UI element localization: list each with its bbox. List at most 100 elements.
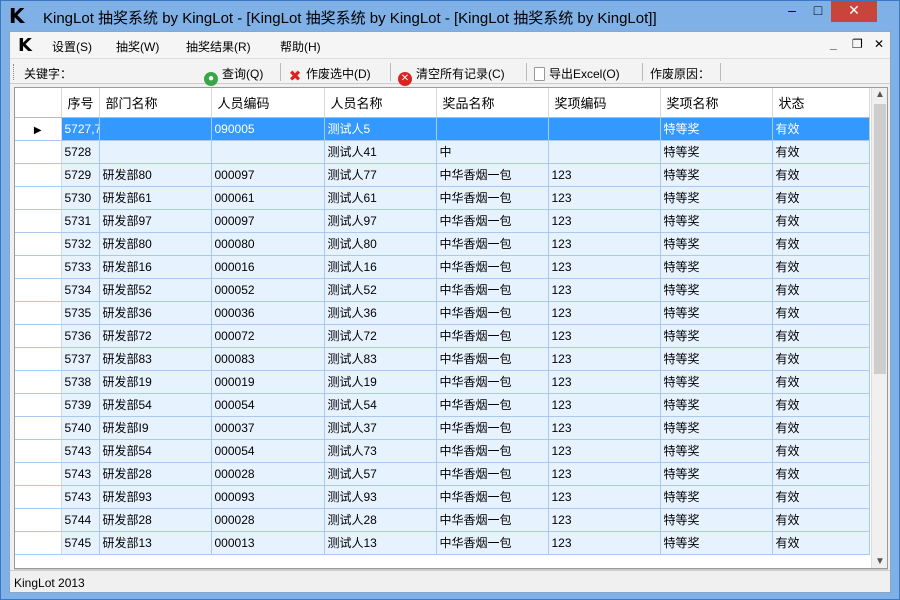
table-cell[interactable]: 5730 (61, 186, 100, 210)
table-row[interactable]: 5745 研发部13 000013 测试人13 中华香烟一包 123 特等奖 有效 (15, 531, 870, 555)
table-cell[interactable]: 5744 (61, 508, 100, 532)
table-cell[interactable]: 123 (548, 370, 661, 394)
table-cell[interactable]: 特等奖 (660, 301, 773, 325)
table-cell[interactable]: 测试人36 (324, 301, 437, 325)
table-cell[interactable]: 研发部54 (99, 439, 212, 463)
table-cell[interactable]: 中华香烟一包 (436, 255, 549, 279)
table-cell[interactable]: 测试人73 (324, 439, 437, 463)
table-cell[interactable]: 123 (548, 278, 661, 302)
table-cell[interactable]: 5743 (61, 439, 100, 463)
table-cell[interactable]: 特等奖 (660, 485, 773, 509)
table-cell[interactable]: 测试人72 (324, 324, 437, 348)
table-cell[interactable]: 特等奖 (660, 347, 773, 371)
table-row[interactable]: 5732 研发部80 000080 测试人80 中华香烟一包 123 特等奖 有效 (15, 232, 870, 256)
table-cell[interactable]: 研发部80 (99, 232, 212, 256)
row-header[interactable] (15, 324, 62, 348)
table-cell[interactable]: 5738 (61, 370, 100, 394)
scroll-up-icon[interactable]: ▲ (875, 89, 885, 100)
column-header[interactable]: 部门名称 (99, 88, 212, 118)
table-row[interactable]: 5729 研发部80 000097 测试人77 中华香烟一包 123 特等奖 有效 (15, 163, 870, 187)
row-header[interactable] (15, 485, 62, 509)
table-cell[interactable]: 000028 (211, 508, 325, 532)
table-cell[interactable]: 000052 (211, 278, 325, 302)
table-row[interactable]: 5730 研发部61 000061 测试人61 中华香烟一包 123 特等奖 有效 (15, 186, 870, 210)
table-cell[interactable]: 测试人83 (324, 347, 437, 371)
table-cell[interactable]: 有效 (772, 255, 870, 279)
table-cell[interactable]: 中华香烟一包 (436, 439, 549, 463)
maximize-button[interactable]: □ (805, 1, 831, 22)
table-cell[interactable]: 研发部93 (99, 485, 212, 509)
table-row[interactable]: 5743 研发部93 000093 测试人93 中华香烟一包 123 特等奖 有效 (15, 485, 870, 509)
table-cell[interactable]: 特等奖 (660, 163, 773, 187)
table-cell[interactable]: 000054 (211, 439, 325, 463)
table-cell[interactable] (99, 117, 212, 141)
table-cell[interactable]: 特等奖 (660, 508, 773, 532)
column-header[interactable]: 人员名称 (324, 88, 437, 118)
column-header[interactable]: 奖项编码 (548, 88, 661, 118)
table-cell[interactable]: 有效 (772, 462, 870, 486)
table-cell[interactable]: 有效 (772, 370, 870, 394)
table-cell[interactable]: 000036 (211, 301, 325, 325)
table-cell[interactable]: 000061 (211, 186, 325, 210)
vertical-scrollbar[interactable]: ▲ ▼ (871, 88, 887, 568)
table-cell[interactable]: 研发部54 (99, 393, 212, 417)
table-cell[interactable]: 5743 (61, 462, 100, 486)
table-cell[interactable]: 测试人5 (324, 117, 437, 141)
table-cell[interactable]: 中华香烟一包 (436, 347, 549, 371)
table-cell[interactable]: 中华香烟一包 (436, 186, 549, 210)
table-cell[interactable]: 中华香烟一包 (436, 232, 549, 256)
table-cell[interactable] (548, 140, 661, 164)
table-cell[interactable]: 123 (548, 209, 661, 233)
table-cell[interactable]: 有效 (772, 117, 870, 141)
mdi-restore-button[interactable]: ❐ (852, 37, 863, 51)
table-cell[interactable]: 研发部72 (99, 324, 212, 348)
table-cell[interactable]: 5729 (61, 163, 100, 187)
table-row[interactable]: 5744 研发部28 000028 测试人28 中华香烟一包 123 特等奖 有效 (15, 508, 870, 532)
table-cell[interactable]: 特等奖 (660, 393, 773, 417)
row-header[interactable] (15, 232, 62, 256)
table-cell[interactable]: 中华香烟一包 (436, 370, 549, 394)
table-cell[interactable]: 有效 (772, 531, 870, 555)
table-cell[interactable]: 研发部61 (99, 186, 212, 210)
table-cell[interactable]: 123 (548, 186, 661, 210)
table-cell[interactable]: 特等奖 (660, 209, 773, 233)
table-row[interactable]: 5733 研发部16 000016 测试人16 中华香烟一包 123 特等奖 有效 (15, 255, 870, 279)
scroll-down-icon[interactable]: ▼ (875, 556, 885, 567)
column-header[interactable]: 状态 (772, 88, 870, 118)
row-header[interactable] (15, 370, 62, 394)
table-cell[interactable]: 有效 (772, 140, 870, 164)
table-cell[interactable]: 中华香烟一包 (436, 324, 549, 348)
table-cell[interactable]: 特等奖 (660, 324, 773, 348)
table-cell[interactable]: 研发部97 (99, 209, 212, 233)
table-cell[interactable]: 测试人16 (324, 255, 437, 279)
table-cell[interactable]: 研发部36 (99, 301, 212, 325)
mdi-close-button[interactable]: ✕ (874, 37, 884, 51)
table-cell[interactable]: 有效 (772, 439, 870, 463)
table-cell[interactable]: 特等奖 (660, 186, 773, 210)
table-cell[interactable]: 测试人52 (324, 278, 437, 302)
table-cell[interactable]: 测试人28 (324, 508, 437, 532)
table-cell[interactable]: 5733 (61, 255, 100, 279)
table-cell[interactable]: 研发部83 (99, 347, 212, 371)
vertical-scroll-thumb[interactable] (874, 104, 886, 374)
table-cell[interactable]: 5731 (61, 209, 100, 233)
row-header[interactable] (15, 416, 62, 440)
menu-lottery[interactable]: 抽奖(W) (116, 38, 159, 55)
row-header[interactable] (15, 140, 62, 164)
table-row[interactable]: 5731 研发部97 000097 测试人97 中华香烟一包 123 特等奖 有效 (15, 209, 870, 233)
table-row[interactable]: 5737 研发部83 000083 测试人83 中华香烟一包 123 特等奖 有效 (15, 347, 870, 371)
table-cell[interactable]: 测试人97 (324, 209, 437, 233)
table-cell[interactable]: 123 (548, 462, 661, 486)
table-cell[interactable]: 123 (548, 301, 661, 325)
table-row[interactable]: 5740 研发部I9 000037 测试人37 中华香烟一包 123 特等奖 有效 (15, 416, 870, 440)
row-header[interactable] (15, 531, 62, 555)
results-grid[interactable]: 序号 部门名称 人员编码 人员名称 奖品名称 奖项编码 奖项名称 状态 ▶ 572… (14, 87, 888, 569)
row-header[interactable] (15, 462, 62, 486)
table-cell[interactable]: 123 (548, 163, 661, 187)
table-row[interactable]: ▶ 5727,72727272...5 090005测试人5 特等奖有效 (15, 117, 870, 141)
row-header[interactable] (15, 278, 62, 302)
table-cell[interactable]: 5736 (61, 324, 100, 348)
table-cell[interactable]: 特等奖 (660, 439, 773, 463)
table-cell[interactable]: 特等奖 (660, 531, 773, 555)
table-cell[interactable]: 中华香烟一包 (436, 462, 549, 486)
